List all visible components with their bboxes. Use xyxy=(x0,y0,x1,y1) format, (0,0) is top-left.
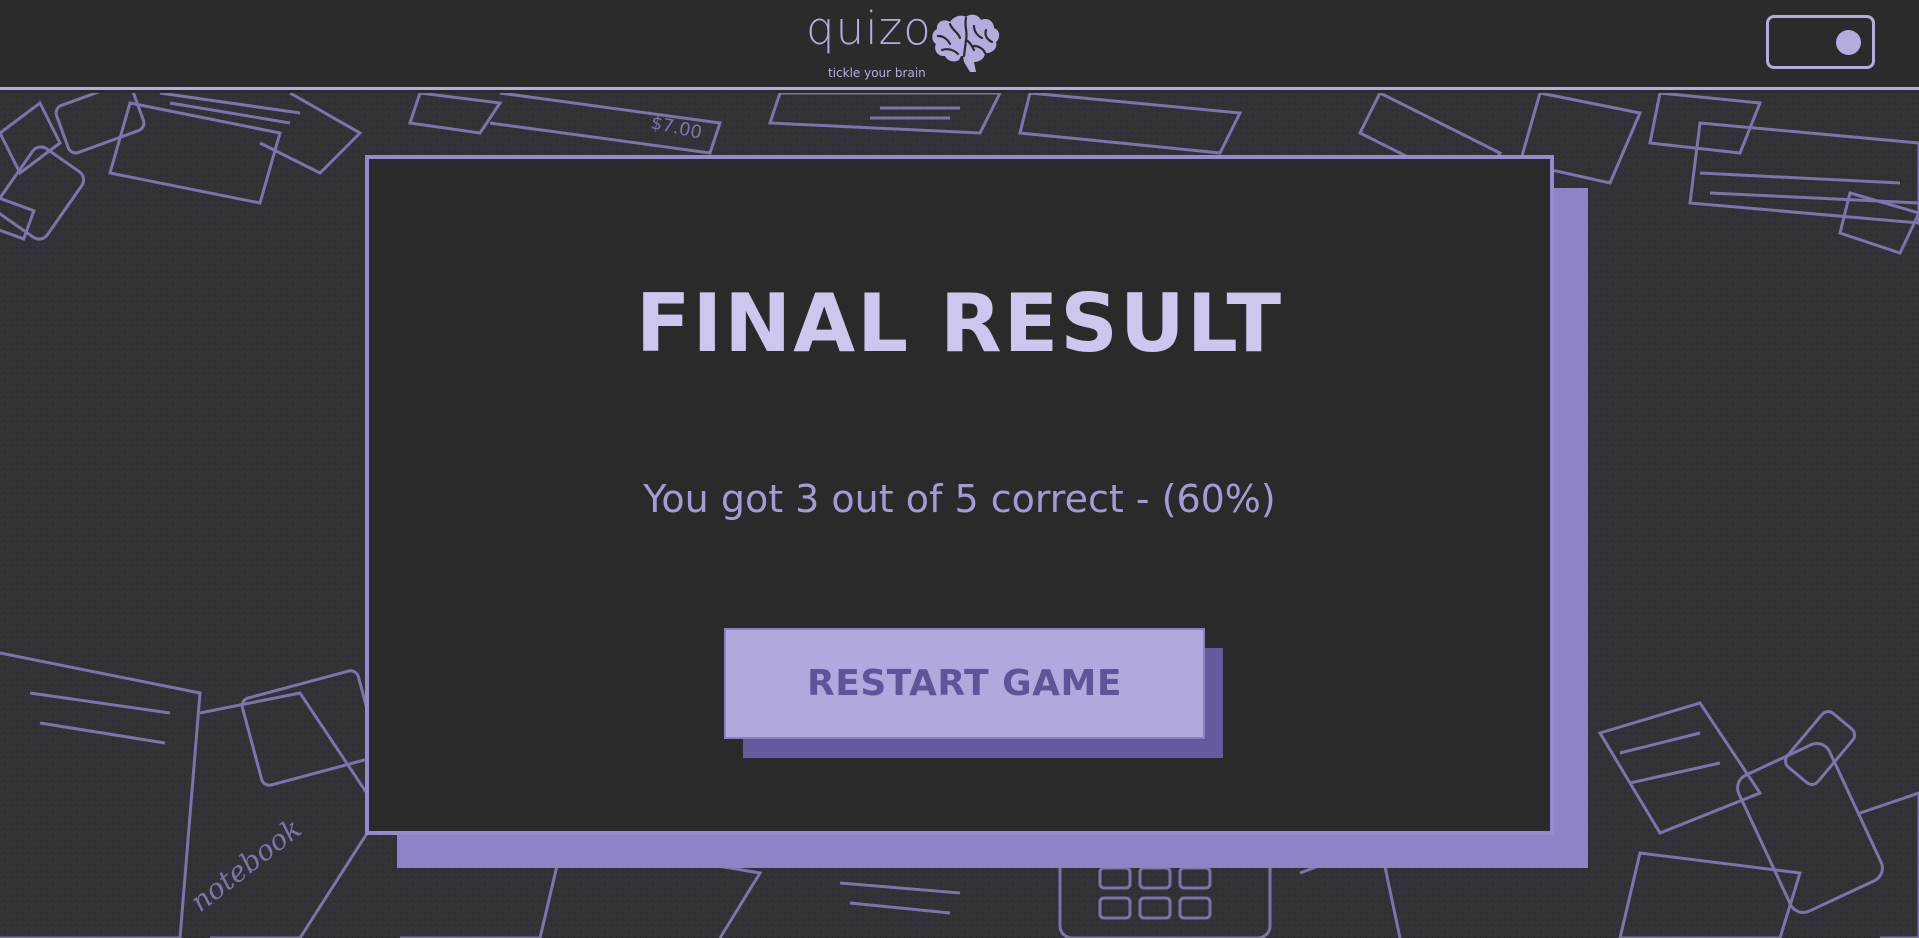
result-title: FINAL RESULT xyxy=(635,277,1284,370)
top-navigation-bar: quizo tickle your brain xyxy=(0,0,1919,90)
score-summary: You got 3 out of 5 correct - (60%) xyxy=(643,477,1276,521)
logo-wordmark: quizo xyxy=(806,2,932,55)
toggle-knob xyxy=(1836,30,1861,55)
theme-toggle[interactable] xyxy=(1766,15,1875,69)
restart-game-button[interactable]: RESTART GAME xyxy=(724,628,1205,739)
brain-icon xyxy=(932,14,1000,73)
result-card: FINAL RESULT You got 3 out of 5 correct … xyxy=(365,155,1554,835)
logo-tagline: tickle your brain xyxy=(828,66,926,80)
logo[interactable]: quizo tickle your brain xyxy=(806,2,1006,84)
